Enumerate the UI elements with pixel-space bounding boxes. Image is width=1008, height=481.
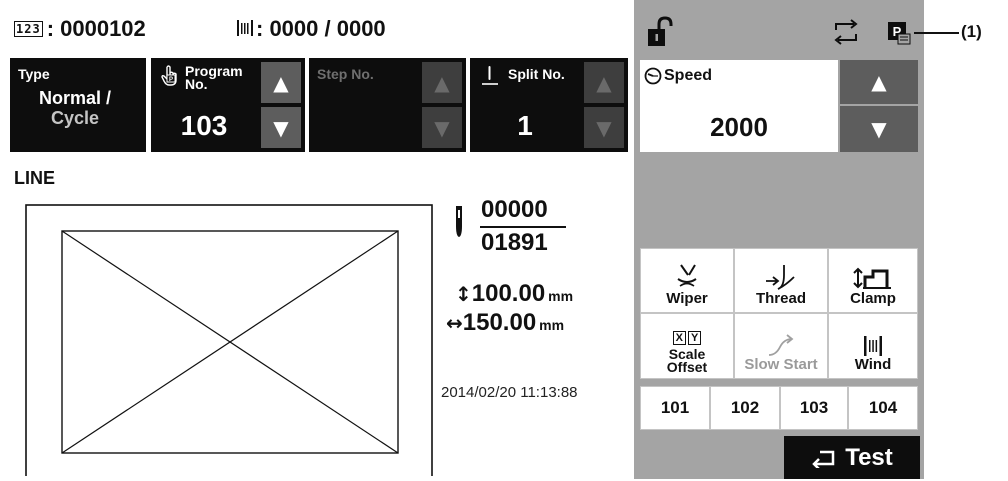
width-value: 150.00 (462, 309, 537, 336)
clamp-button[interactable]: Clamp (828, 248, 918, 313)
program-no-box[interactable]: P Program No. 103 ▲ ▼ (151, 58, 305, 152)
down-arrow-icon: ▼ (596, 115, 612, 140)
program-title: Program No. (185, 64, 243, 92)
wiper-icon (677, 264, 697, 287)
height-readout: ↕100.00 mm (455, 280, 573, 308)
thread-button[interactable]: Thread (734, 248, 828, 313)
scale-offset-label: Scale Offset (666, 347, 708, 375)
scale-offset-button[interactable]: XY Scale Offset (640, 313, 734, 379)
control-panel: P Speed 2000 ▲ ▼ Wiper Thread Clamp X Y … (634, 0, 924, 479)
program-shortcut-102[interactable]: 102 (710, 386, 780, 430)
wiper-label: Wiper (666, 290, 708, 307)
svg-text:P: P (169, 77, 173, 83)
pattern-preview[interactable] (25, 204, 433, 481)
callout-label: (1) (961, 22, 982, 41)
down-arrow-icon: ▼ (273, 115, 289, 140)
split-title: Split No. (508, 66, 565, 82)
p-memory-icon[interactable]: P (886, 20, 912, 46)
up-arrow-icon: ▲ (273, 70, 289, 95)
step-title: Step No. (317, 66, 374, 82)
step-no-box[interactable]: Step No. ▲ ▼ (309, 58, 466, 152)
xy-icon: XY (672, 331, 702, 345)
width-readout: ↔150.00 mm (446, 309, 564, 337)
speed-box[interactable]: Speed 2000 (640, 60, 838, 152)
step-up-button[interactable]: ▲ (422, 62, 462, 103)
program-title-line2: No. (185, 76, 208, 92)
program-hand-icon: P (161, 65, 177, 86)
bobbin-counter-value: : 0000 / 0000 (256, 16, 386, 41)
type-value-line1: Normal / (38, 88, 112, 108)
counter-icon: 123 (14, 21, 43, 37)
bobbin-counter: : 0000 / 0000 (236, 16, 386, 42)
bobbin-thread-icon (237, 20, 253, 36)
stitch-divider (480, 226, 566, 228)
wind-label: Wind (854, 356, 892, 373)
test-label: Test (845, 443, 893, 471)
test-button[interactable]: Test (784, 436, 920, 479)
bobbin-wind-icon (864, 336, 882, 356)
thread-icon (766, 265, 795, 290)
type-value-line2: Cycle (50, 108, 100, 128)
type-box[interactable]: Type Normal / Cycle (10, 58, 146, 152)
speed-down-button[interactable]: ▼ (840, 106, 918, 152)
needle-icon (456, 206, 462, 237)
split-up-button[interactable]: ▲ (584, 62, 624, 103)
up-arrow-icon: ▲ (434, 70, 450, 95)
slow-start-label: Slow Start (744, 356, 818, 373)
stitch-total: 01891 (481, 229, 548, 256)
down-arrow-icon: ▼ (871, 117, 887, 141)
callout-line (914, 32, 959, 34)
sew-counter-value: : 0000102 (46, 16, 146, 41)
width-unit: mm (539, 317, 565, 333)
program-no-value: 103 (180, 110, 228, 141)
datetime: 2014/02/20 11:13:88 (441, 384, 578, 401)
down-arrow-icon: ▼ (434, 115, 450, 140)
scale-label-line2: Offset (666, 359, 708, 375)
main-panel: 123: 0000102 : 0000 / 0000 Type Normal /… (0, 0, 634, 481)
up-arrow-icon: ▲ (871, 70, 887, 94)
clamp-icon (853, 267, 891, 289)
clamp-label: Clamp (850, 290, 896, 307)
step-down-button[interactable]: ▼ (422, 107, 462, 148)
program-shortcut-103[interactable]: 103 (780, 386, 848, 430)
wiper-button[interactable]: Wiper (640, 248, 734, 313)
horizontal-arrow-icon: ↔ (446, 311, 463, 335)
speed-label: Speed (664, 67, 713, 84)
height-value: 100.00 (471, 280, 546, 307)
program-down-button[interactable]: ▼ (261, 107, 301, 148)
type-title: Type (18, 66, 50, 82)
vertical-arrow-icon: ↕ (455, 282, 472, 306)
pattern-shape-label: LINE (14, 168, 56, 188)
unlock-icon[interactable] (646, 16, 674, 48)
program-shortcut-104[interactable]: 104 (848, 386, 918, 430)
speed-up-button[interactable]: ▲ (840, 60, 918, 104)
up-arrow-icon: ▲ (596, 70, 612, 95)
stitch-current: 00000 (481, 196, 548, 223)
split-no-box[interactable]: Split No. 1 ▲ ▼ (470, 58, 628, 152)
speedometer-icon (644, 67, 662, 85)
cycle-arrows-icon[interactable] (832, 18, 860, 46)
program-up-button[interactable]: ▲ (261, 62, 301, 103)
wind-button[interactable]: Wind (828, 313, 918, 379)
split-no-value: 1 (517, 110, 533, 141)
return-icon (812, 450, 835, 468)
sew-counter: 123: 0000102 (14, 16, 146, 42)
slow-start-icon (768, 334, 794, 356)
type-value: Normal / Cycle (10, 88, 140, 128)
split-down-button[interactable]: ▼ (584, 107, 624, 148)
pattern-preview-canvas (25, 204, 433, 481)
slow-start-button[interactable]: Slow Start (734, 313, 828, 379)
needle-split-icon (482, 66, 498, 85)
thread-label: Thread (755, 290, 806, 307)
speed-value: 2000 (710, 112, 768, 142)
height-unit: mm (548, 288, 574, 304)
program-shortcut-101[interactable]: 101 (640, 386, 710, 430)
